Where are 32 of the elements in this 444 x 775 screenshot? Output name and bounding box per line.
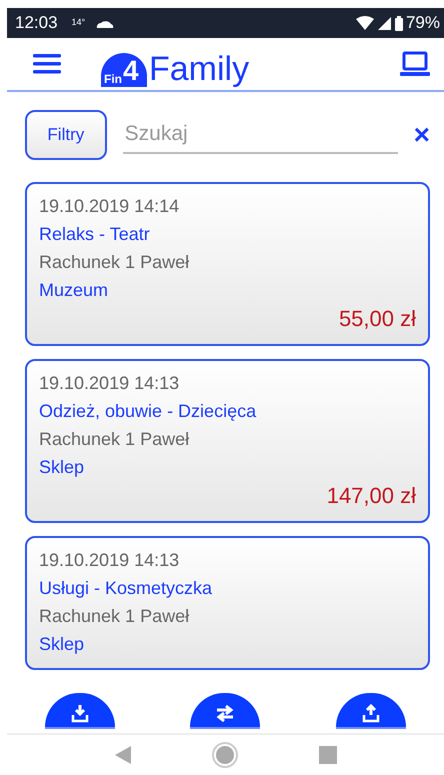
wifi-icon [356,16,374,30]
download-icon [70,703,90,723]
menu-icon[interactable] [33,54,61,74]
upload-icon [361,703,382,723]
transaction-date: 19.10.2019 14:13 [39,372,180,395]
transaction-date: 19.10.2019 14:13 [39,549,180,572]
transaction-amount: 147,00 zł [326,482,416,510]
transaction-place: Muzeum [39,279,110,302]
battery-icon [394,16,403,30]
transaction-category: Relaks - Teatr [39,223,151,246]
transaction-place: Sklep [39,633,86,656]
transaction-category: Usługi - Kosmetyczka [39,577,214,600]
logo-text: Family [149,51,250,87]
transaction-account: Rachunek 1 Paweł [39,428,190,451]
transaction-date: 19.10.2019 14:14 [39,195,180,218]
status-time: 12:03 [15,12,58,34]
cloud-icon [95,18,116,28]
transfer-arrows-icon [215,703,236,723]
transaction-card[interactable]: 19.10.2019 14:13 Odzież, obuwie - Dziecięca Rachunek 1 Paweł Sklep 147,00 zł [25,359,430,523]
signal-icon [378,16,391,30]
transaction-amount: 55,00 zł [338,305,416,333]
laptop-icon[interactable] [400,51,430,77]
filter-button[interactable]: Filtry [25,110,107,160]
transaction-account: Rachunek 1 Paweł [39,251,190,274]
transaction-card[interactable]: 19.10.2019 14:13 Usługi - Kosmetyczka Rachunek 1 Paweł Sklep [25,536,430,670]
battery-percentage: 79% [406,12,440,34]
transaction-card[interactable]: 19.10.2019 14:14 Relaks - Teatr Rachunek 1 Paweł Muzeum 55,00 zł [25,182,430,346]
status-temperature: 14° [72,16,86,30]
transaction-account: Rachunek 1 Paweł [39,605,190,628]
transaction-category: Odzież, obuwie - Dziecięca [39,400,258,423]
clear-search-button[interactable]: × [414,121,430,149]
transaction-place: Sklep [39,456,86,479]
